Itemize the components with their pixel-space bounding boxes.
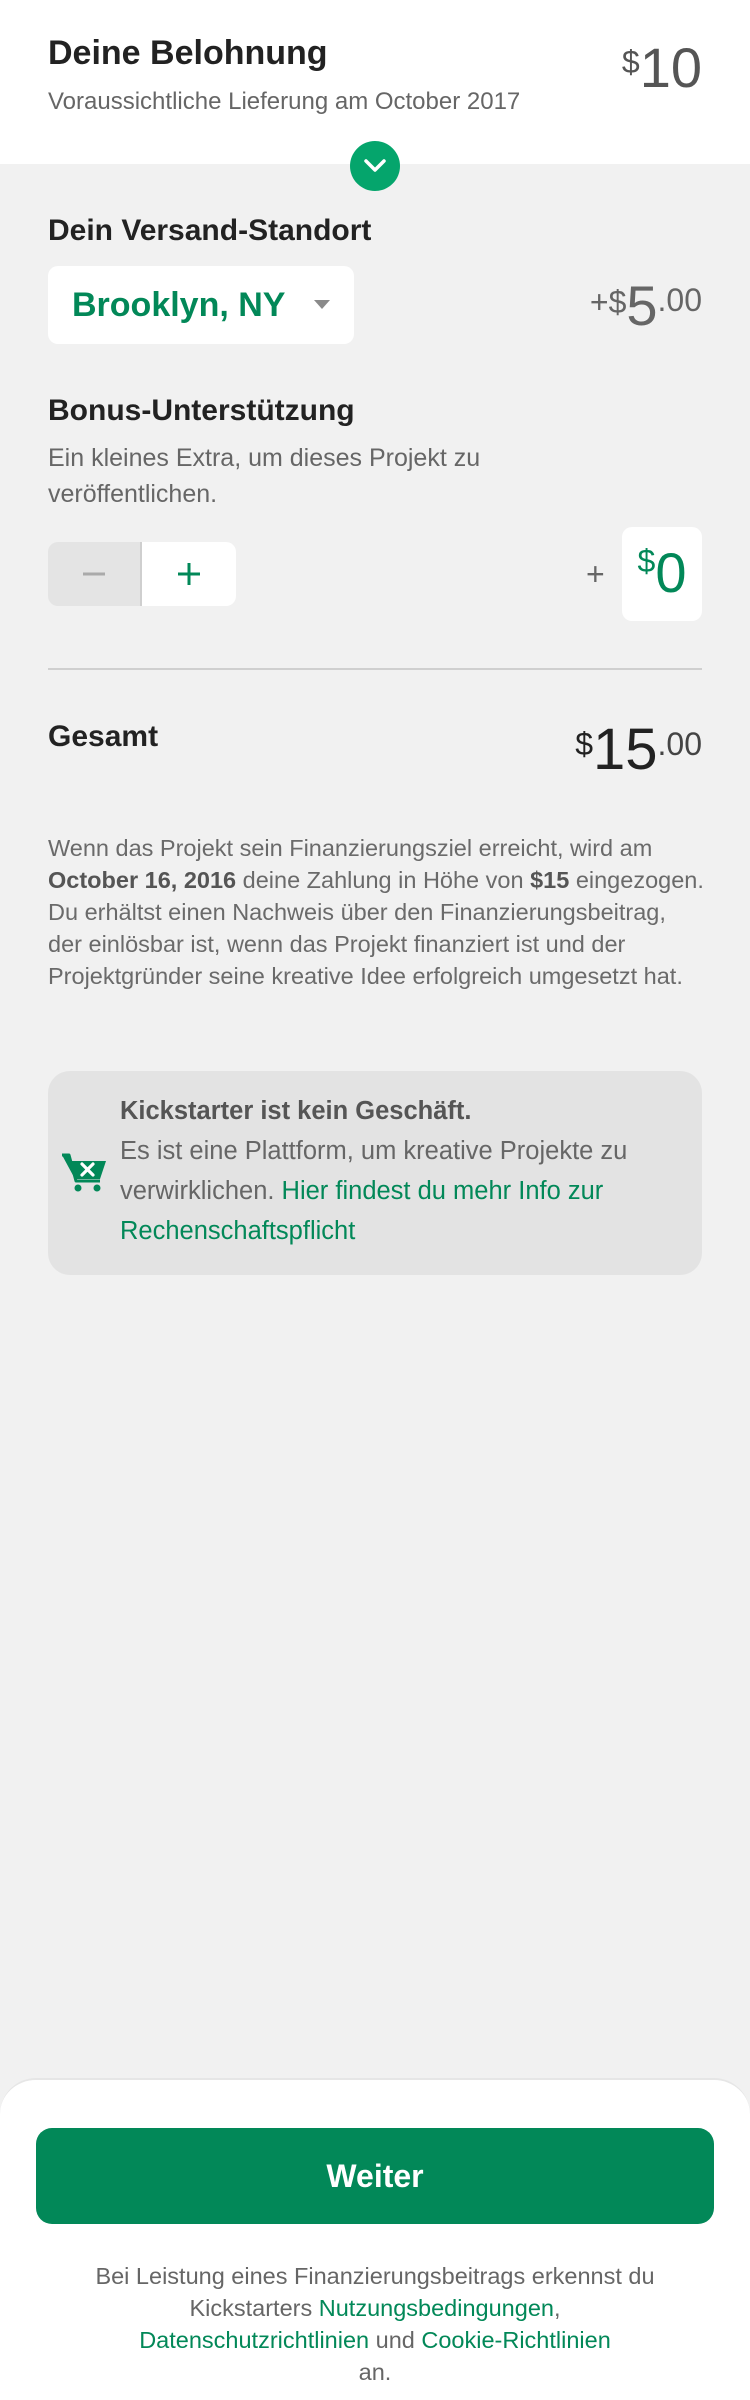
expand-reward-button[interactable] (350, 141, 400, 191)
continue-button[interactable]: Weiter (36, 2128, 714, 2224)
total-label: Gesamt (48, 720, 159, 753)
selected-location: Brooklyn, NY (72, 285, 286, 324)
shipping-price-cents: .00 (657, 282, 702, 318)
total-currency: $ (575, 726, 593, 762)
charge-note: Wenn das Projekt sein Finanzierungsziel … (48, 832, 704, 992)
info-text: Kickstarter ist kein Geschäft. Es ist ein… (120, 1091, 680, 1251)
estimated-delivery: Voraussichtliche Lieferung am October 20… (48, 88, 521, 115)
bonus-support-description: Ein kleines Extra, um dieses Projekt zu … (48, 444, 481, 508)
legal-comma: , (553, 2295, 561, 2321)
bonus-increment-button[interactable] (142, 542, 236, 606)
charge-note-text: Wenn das Projekt sein Finanzierungsziel … (48, 835, 653, 861)
bonus-stepper (48, 542, 236, 606)
reward-currency: $ (621, 44, 640, 80)
bonus-plus-sign: + (586, 556, 605, 592)
info-heading: Kickstarter ist kein Geschäft. (120, 1097, 472, 1125)
legal-and: und (369, 2327, 422, 2353)
reward-title: Deine Belohnung (48, 34, 328, 72)
bonus-amount-field[interactable]: $ 0 (622, 527, 702, 621)
plus-icon (178, 563, 200, 585)
terms-of-use-link[interactable]: Nutzungsbedingungen (319, 2295, 554, 2321)
shipping-location-label: Dein Versand-Standort (48, 214, 372, 247)
total-price: $ 15 .00 (575, 718, 702, 782)
charge-date: October 16, 2016 (48, 867, 237, 893)
cookie-policy-link[interactable]: Cookie-Richtlinien (421, 2327, 610, 2353)
bonus-support-label: Bonus-Unterstützung (48, 394, 355, 427)
accountability-info-box: Kickstarter ist kein Geschäft. Es ist ein… (48, 1071, 702, 1275)
legal-note: Bei Leistung eines Finanzierungsbeitrags… (60, 2260, 690, 2388)
cart-x-icon (60, 1151, 108, 1198)
shipping-location-dropdown[interactable]: Brooklyn, NY (48, 266, 354, 344)
bonus-decrement-button[interactable] (48, 542, 142, 606)
bonus-amount: 0 (655, 541, 687, 604)
chevron-down-icon (364, 159, 386, 172)
charge-note-text: deine Zahlung in Höhe von (236, 867, 531, 893)
minus-icon (83, 572, 105, 576)
shipping-price: +$ 5 .00 (590, 276, 702, 336)
reward-price: $ 10 (622, 36, 702, 100)
bonus-currency: $ (637, 543, 656, 579)
total-whole: 15 (593, 717, 658, 782)
divider (48, 668, 702, 670)
reward-header: Deine Belohnung Voraussichtliche Lieferu… (0, 0, 750, 164)
charge-amount: $15 (530, 867, 570, 893)
bottom-action-sheet: Weiter Bei Leistung eines Finanzierungsb… (0, 2078, 750, 2400)
legal-end: an. (358, 2359, 392, 2385)
privacy-policy-link[interactable]: Datenschutzrichtlinien (139, 2327, 369, 2353)
dropdown-caret-icon (314, 300, 330, 309)
shipping-price-whole: 5 (626, 274, 658, 337)
total-cents: .00 (657, 726, 702, 762)
shipping-price-prefix: +$ (589, 284, 627, 320)
reward-amount: 10 (639, 36, 702, 99)
